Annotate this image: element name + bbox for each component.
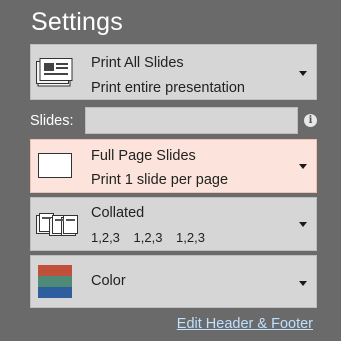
print-layout-dropdown[interactable]: Full Page Slides Print 1 slide per page [30, 139, 317, 193]
slides-input[interactable] [85, 107, 298, 134]
collated-pages-icon [36, 213, 78, 242]
print-range-dropdown[interactable]: Print All Slides Print entire presentati… [30, 44, 317, 100]
color-dropdown[interactable]: Color [30, 255, 317, 308]
edit-header-footer-link[interactable]: Edit Header & Footer [177, 316, 313, 332]
color-swatch-icon [36, 265, 76, 304]
dropdown-primary-text: Color [91, 273, 126, 289]
slides-stack-icon [36, 58, 74, 93]
dropdown-primary-text: Print All Slides [91, 55, 184, 71]
dropdown-secondary-text: Print 1 slide per page [91, 172, 229, 188]
slides-label: Slides: [30, 113, 74, 129]
dropdown-primary-text: Full Page Slides [91, 148, 196, 164]
dropdown-secondary-text: 1,2,3 1,2,3 1,2,3 [91, 230, 205, 245]
collation-dropdown[interactable]: Collated 1,2,3 1,2,3 1,2,3 [30, 197, 317, 251]
page-title: Settings [31, 8, 123, 36]
dropdown-secondary-text: Print entire presentation [91, 80, 245, 96]
dropdown-primary-text: Collated [91, 205, 145, 221]
full-page-slide-icon [36, 152, 74, 185]
info-icon[interactable]: i [304, 114, 317, 127]
chevron-down-icon [299, 164, 307, 169]
chevron-down-icon [299, 281, 307, 286]
chevron-down-icon [299, 71, 307, 76]
slides-input-row: Slides: i [0, 106, 341, 136]
chevron-down-icon [299, 222, 307, 227]
